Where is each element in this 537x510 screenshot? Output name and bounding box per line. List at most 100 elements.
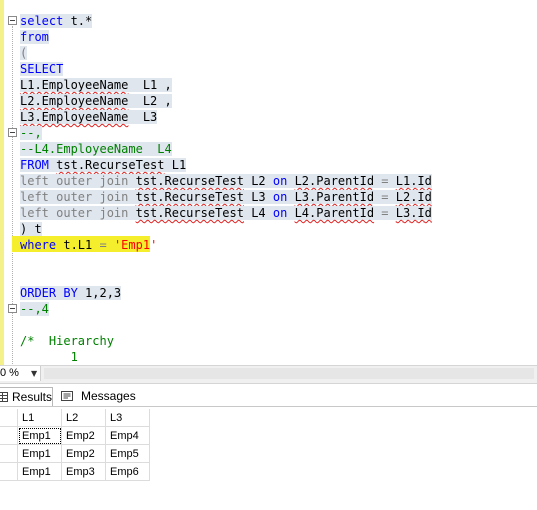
code-token: L2.Id [395, 190, 432, 204]
code-line[interactable]: ( [20, 45, 28, 61]
code-token: L3 [128, 110, 158, 124]
code-token: = [374, 190, 396, 204]
code-token: tst.RecurseTest [135, 174, 244, 188]
code-token: on [272, 174, 288, 188]
code-line-text: --, [20, 126, 42, 140]
code-line-text: --,4 [20, 302, 49, 316]
code-line[interactable]: L1.EmployeeName L1 , [20, 77, 172, 93]
code-token: L1 [164, 158, 187, 172]
code-line[interactable]: from [20, 29, 49, 45]
grid-cell[interactable]: Emp1 [18, 445, 62, 463]
code-token: L2 , [128, 94, 172, 108]
code-line[interactable]: FROM tst.RecurseTest L1 [20, 157, 187, 173]
zoom-dropdown[interactable]: 0 % ▼ [0, 366, 41, 381]
code-line-text: --L4.EmployeeName L4 [20, 142, 172, 156]
grid-corner[interactable] [0, 409, 18, 427]
grid-cell[interactable]: Emp6 [106, 463, 150, 481]
code-line-text: select t.* [20, 14, 93, 28]
code-line[interactable]: L3.EmployeeName L3 [20, 109, 158, 125]
row-header[interactable] [0, 427, 18, 445]
code-line-text: SELECT [20, 62, 64, 76]
code-line-text: from [20, 30, 49, 44]
query-editor[interactable]: select t.* from ( SELECT L1.EmployeeName L1 … [0, 0, 537, 365]
code-token: t.L1 [56, 238, 100, 252]
grid-cell[interactable]: Emp1 [18, 463, 62, 481]
grid-cell[interactable]: Emp2 [62, 427, 106, 445]
code-token: ) t [20, 222, 42, 236]
horizontal-scrollbar[interactable] [44, 368, 534, 379]
grid-cell[interactable]: Emp4 [106, 427, 150, 445]
zoom-level: 0 % [0, 367, 19, 379]
grid-cell[interactable]: Emp1 [18, 427, 62, 445]
code-token: = [374, 174, 396, 188]
collapse-icon[interactable] [8, 16, 17, 25]
code-token: /* Hierarchy [20, 334, 114, 348]
code-line[interactable]: /* Hierarchy [20, 333, 114, 349]
tab-results-label: Results [12, 390, 53, 404]
code-line[interactable]: --, [20, 125, 42, 141]
messages-icon [61, 391, 73, 401]
code-line[interactable]: L2.EmployeeName L2 , [20, 93, 172, 109]
code-line-text: L1.EmployeeName L1 , [20, 78, 172, 92]
tab-results[interactable]: Results [0, 387, 53, 406]
code-token: where [20, 238, 57, 252]
code-token: SELECT [20, 62, 64, 76]
code-token: L1.Id [395, 174, 432, 188]
collapse-icon[interactable] [8, 128, 17, 137]
code-token: L3.ParentId [294, 190, 375, 204]
code-line[interactable]: left outer join tst.RecurseTest L4 on L4… [20, 205, 432, 221]
code-token: ORDER BY [20, 286, 78, 300]
code-token: L2.EmployeeName [20, 94, 129, 108]
code-token: ( [20, 46, 28, 60]
code-token: L1 , [128, 78, 172, 92]
code-token: from [20, 30, 49, 44]
chevron-down-icon[interactable]: ▼ [31, 366, 37, 381]
tab-messages-label: Messages [81, 389, 136, 403]
code-line[interactable]: left outer join tst.RecurseTest L2 on L2… [20, 173, 432, 189]
grid-cell[interactable]: Emp5 [106, 445, 150, 463]
editor-status-bar: 0 % ▼ [0, 365, 537, 384]
code-token: left outer join [20, 190, 129, 204]
tab-messages[interactable]: Messages [57, 387, 136, 406]
code-line[interactable]: SELECT [20, 61, 64, 77]
results-tabstrip: Results Messages [0, 384, 537, 407]
column-header[interactable]: L1 [18, 409, 62, 427]
code-token: t.* [63, 14, 93, 28]
code-line[interactable]: 1 [20, 349, 78, 365]
code-token: --, [20, 126, 42, 140]
code-token: L3 [243, 190, 273, 204]
collapse-icon[interactable] [8, 304, 17, 313]
code-line-text: L2.EmployeeName L2 , [20, 94, 172, 108]
column-header[interactable]: L3 [106, 409, 150, 427]
code-line-text: left outer join tst.RecurseTest L4 on L4… [20, 206, 432, 220]
code-token: --,4 [20, 302, 49, 316]
code-token: L4 [243, 206, 273, 220]
grid-cell[interactable]: Emp3 [62, 463, 106, 481]
code-line[interactable]: ) t [20, 221, 42, 237]
code-line[interactable]: --L4.EmployeeName L4 [20, 141, 172, 157]
grid-cell[interactable]: Emp2 [62, 445, 106, 463]
code-token: L1.EmployeeName [20, 78, 129, 92]
code-line[interactable]: where t.L1 = 'Emp1' [20, 237, 157, 253]
code-token: 1,2,3 [77, 286, 122, 300]
code-token: = [99, 238, 107, 252]
code-line[interactable]: ORDER BY 1,2,3 [20, 285, 122, 301]
code-token: tst.RecurseTest [135, 206, 244, 220]
code-line[interactable]: left outer join tst.RecurseTest L3 on L3… [20, 189, 432, 205]
code-line-text: left outer join tst.RecurseTest L3 on L3… [20, 190, 432, 204]
code-line-text: FROM tst.RecurseTest L1 [20, 158, 187, 172]
row-header[interactable] [0, 445, 18, 463]
code-line[interactable]: select t.* [20, 13, 93, 29]
code-token: L2.ParentId [294, 174, 375, 188]
code-line[interactable]: --,4 [20, 301, 49, 317]
column-header[interactable]: L2 [62, 409, 106, 427]
code-token: 'Emp1' [113, 238, 158, 252]
row-header[interactable] [0, 463, 18, 481]
code-line-text: left outer join tst.RecurseTest L2 on L2… [20, 174, 432, 188]
code-token: --L4.EmployeeName L4 [20, 142, 172, 156]
